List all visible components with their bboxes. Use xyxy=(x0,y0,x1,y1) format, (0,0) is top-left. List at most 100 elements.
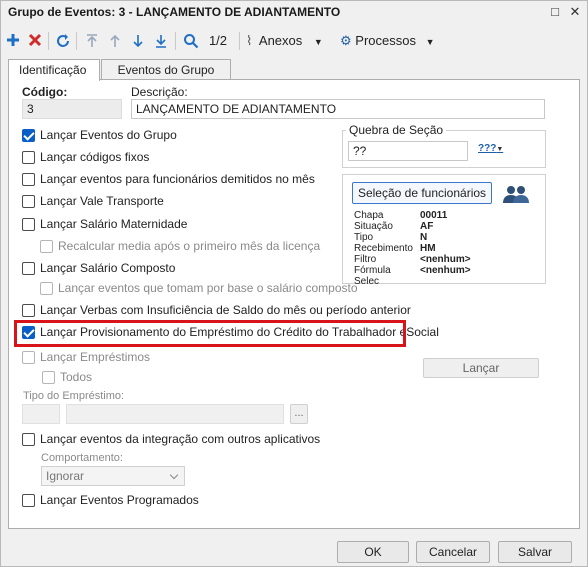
employee-field-key: Tipo xyxy=(354,232,374,243)
checkbox-unchecked-icon xyxy=(22,217,35,231)
dropdown-arrow-icon: ▼ xyxy=(496,146,504,153)
tipo-emprestimo-desc-field[interactable] xyxy=(66,404,284,424)
employee-field-key: Filtro xyxy=(354,254,377,265)
toolbar-separator xyxy=(48,32,49,50)
arrow-last-icon xyxy=(156,35,166,48)
checkbox-unchecked-icon xyxy=(22,194,35,208)
close-button[interactable]: ✕ xyxy=(567,4,583,20)
toolbar-separator xyxy=(239,32,240,50)
checkbox-lancar-eventos-programados[interactable]: Lançar Eventos Programados xyxy=(22,492,199,508)
checkbox-lancar-demitidos[interactable]: Lançar eventos para funcionários demitid… xyxy=(22,171,315,187)
descricao-label: Descrição: xyxy=(131,85,188,99)
employee-field-value: 00011 xyxy=(420,210,448,221)
checkbox-label: Lançar códigos fixos xyxy=(40,150,150,164)
anexos-label: Anexos xyxy=(258,33,303,48)
checkbox-eventos-salario-composto[interactable]: Lançar eventos que tomam por base o salá… xyxy=(40,280,358,296)
checkbox-label: Lançar eventos para funcionários demitid… xyxy=(40,172,315,186)
cancel-button[interactable]: Cancelar xyxy=(416,541,490,563)
checkbox-todos[interactable]: Todos xyxy=(42,369,92,385)
checkbox-lancar-vale-transporte[interactable]: Lançar Vale Transporte xyxy=(22,193,164,209)
checkbox-lancar-codigos-fixos[interactable]: Lançar códigos fixos xyxy=(22,149,149,165)
checkbox-label: Lançar eventos que tomam por base o salá… xyxy=(58,281,358,295)
codigo-field[interactable]: 3 xyxy=(22,99,122,119)
processos-menu[interactable]: ⚙ Processos ▼ xyxy=(340,31,440,51)
search-button[interactable] xyxy=(182,31,200,51)
checkbox-unchecked-icon xyxy=(22,150,35,164)
checkbox-label: Lançar Vale Transporte xyxy=(40,194,164,208)
checkbox-unchecked-icon xyxy=(40,239,53,253)
checkbox-unchecked-icon xyxy=(22,493,35,507)
selecao-funcionarios-button[interactable]: Seleção de funcionários xyxy=(352,182,492,204)
toolbar-separator xyxy=(175,32,176,50)
employee-field-value: <nenhum> xyxy=(420,254,471,265)
quebra-picker-label: ??? xyxy=(478,143,497,154)
anexos-menu[interactable]: ⌇ Anexos ▼ xyxy=(246,31,330,51)
checkbox-unchecked-icon xyxy=(40,281,53,295)
tab-eventos-do-grupo[interactable]: Eventos do Grupo xyxy=(101,59,231,80)
processos-label: Processos xyxy=(355,33,416,48)
delete-button[interactable] xyxy=(26,31,44,51)
dialog-window: Grupo de Eventos: 3 - LANÇAMENTO DE ADIA… xyxy=(0,0,588,567)
checkbox-label: Recalcular media após o primeiro mês da … xyxy=(58,239,321,253)
employee-field-value: N xyxy=(420,232,428,243)
employee-field-key: Fórmula Selec xyxy=(354,265,391,287)
arrow-up-icon xyxy=(110,34,120,47)
checkbox-unchecked-icon xyxy=(22,432,35,446)
next-record-button[interactable] xyxy=(129,31,147,51)
checkbox-lancar-verbas-insuficiencia[interactable]: Lançar Verbas com Insuficiência de Saldo… xyxy=(22,302,411,318)
lancar-button[interactable]: Lançar xyxy=(423,358,539,378)
arrow-first-icon xyxy=(87,34,97,47)
toolbar: 1/2 ⌇ Anexos ▼ ⚙ Processos ▼ xyxy=(1,28,587,54)
descricao-field[interactable]: LANÇAMENTO DE ADIANTAMENTO xyxy=(131,99,545,119)
employee-field-key: Situação xyxy=(354,221,393,232)
checkbox-label: Lançar Eventos Programados xyxy=(40,493,199,507)
gear-icon: ⚙ xyxy=(340,33,352,48)
employee-field-value: <nenhum> xyxy=(420,265,471,276)
paperclip-icon: ⌇ xyxy=(246,33,253,48)
refresh-button[interactable] xyxy=(54,31,72,51)
dropdown-arrow-icon: ▼ xyxy=(425,37,435,47)
first-record-button[interactable] xyxy=(83,31,101,51)
title-bar: Grupo de Eventos: 3 - LANÇAMENTO DE ADIA… xyxy=(1,1,587,25)
employee-field-value: AF xyxy=(420,221,434,232)
restore-button[interactable]: □ xyxy=(547,4,563,20)
search-icon xyxy=(184,34,199,49)
refresh-icon xyxy=(57,34,69,47)
checkbox-checked-icon xyxy=(22,128,35,142)
tipo-emprestimo-lookup-button[interactable]: ... xyxy=(290,404,308,424)
previous-record-button[interactable] xyxy=(106,31,124,51)
quebra-de-secao-label: Quebra de Seção xyxy=(346,123,447,137)
employee-field-key: Chapa xyxy=(354,210,384,221)
tipo-emprestimo-label: Tipo do Empréstimo: xyxy=(23,390,125,402)
tipo-emprestimo-code-field[interactable] xyxy=(22,404,60,424)
checkbox-lancar-salario-composto[interactable]: Lançar Salário Composto xyxy=(22,260,175,276)
tab-panel-identificacao: Código: 3 Descrição: LANÇAMENTO DE ADIAN… xyxy=(8,79,580,529)
highlight-box xyxy=(14,320,406,347)
ok-button[interactable]: OK xyxy=(337,541,409,563)
checkbox-lancar-integracao[interactable]: Lançar eventos da integração com outros … xyxy=(22,431,320,447)
checkbox-unchecked-icon xyxy=(22,261,35,275)
quebra-de-secao-field[interactable]: ?? xyxy=(348,141,468,161)
dropdown-arrow-icon: ▼ xyxy=(313,37,323,47)
quebra-picker-button[interactable]: ???▼ xyxy=(478,143,504,159)
checkbox-unchecked-icon xyxy=(22,172,35,186)
checkbox-label: Lançar Verbas com Insuficiência de Saldo… xyxy=(40,303,411,317)
checkbox-recalcular-media[interactable]: Recalcular media após o primeiro mês da … xyxy=(40,238,320,254)
checkbox-unchecked-icon xyxy=(22,303,35,317)
checkbox-label: Lançar eventos da integração com outros … xyxy=(40,432,321,446)
checkbox-lancar-eventos-grupo[interactable]: Lançar Eventos do Grupo xyxy=(22,127,177,143)
comportamento-label: Comportamento: xyxy=(41,452,123,464)
checkbox-lancar-salario-maternidade[interactable]: Lançar Salário Maternidade xyxy=(22,216,187,232)
employee-field-key: Recebimento xyxy=(354,243,413,254)
plus-icon xyxy=(7,34,19,46)
add-button[interactable] xyxy=(4,31,22,51)
tab-identificacao[interactable]: Identificação xyxy=(8,59,100,81)
checkbox-unchecked-icon xyxy=(42,370,55,384)
comportamento-select[interactable]: Ignorar xyxy=(41,466,185,486)
checkbox-label: Lançar Empréstimos xyxy=(40,350,151,364)
save-button[interactable]: Salvar xyxy=(498,541,572,563)
last-record-button[interactable] xyxy=(152,31,170,51)
checkbox-label: Lançar Salário Maternidade xyxy=(40,217,188,231)
checkbox-lancar-emprestimos[interactable]: Lançar Empréstimos xyxy=(22,349,150,365)
delete-x-icon xyxy=(28,33,42,47)
